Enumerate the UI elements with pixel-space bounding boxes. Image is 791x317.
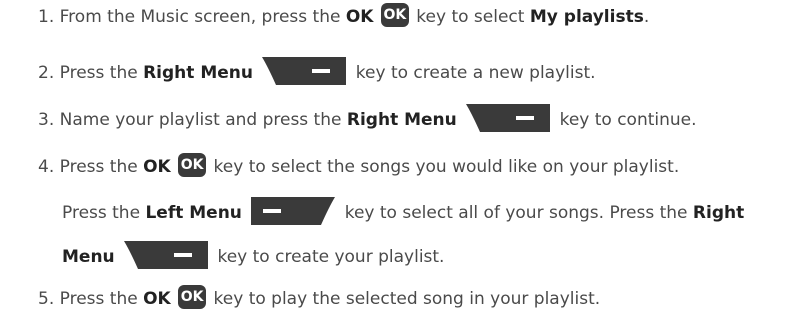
step-2: 2. Press the Right Menu key to create a … [38,57,596,85]
step-number: 4. [38,157,55,177]
key-name: OK [345,7,374,27]
step-text: . [643,7,650,27]
right-menu-key-icon [466,104,551,132]
step-4-continuation: Menu key to create your playlist. [62,241,445,269]
step-text: key to select the songs you would like o… [213,157,680,177]
step-number: 2. [38,63,55,83]
key-name: OK [143,289,171,309]
step-text: key to create your playlist. [217,247,445,267]
ok-key-icon: OK [380,3,409,27]
step-text: Name your playlist and press the [59,110,342,130]
step-text: key to continue. [559,110,697,130]
step-text: key to select all of your songs. Press t… [344,203,688,223]
step-text: Press the [59,289,138,309]
step-text: key to select [416,7,525,27]
step-number: 1. [38,7,55,27]
step-text: Press the [59,63,138,83]
key-name: Right Menu [143,63,253,83]
menu-target: My playlists [529,7,644,27]
step-3: 3. Name your playlist and press the Righ… [38,104,697,132]
step-1: 1. From the Music screen, press the OK O… [38,3,650,30]
key-name: Menu [62,247,115,267]
step-4: 4. Press the OK OK key to select the son… [38,153,680,180]
step-5: 5. Press the OK OK key to play the selec… [38,285,601,312]
step-text: Press the [62,203,141,223]
step-text: key to create a new playlist. [355,63,596,83]
step-text: Press the [59,157,138,177]
right-menu-key-icon [124,241,209,269]
step-number: 5. [38,289,55,309]
step-text: From the Music screen, press the [59,7,341,27]
ok-key-icon: OK [178,153,207,177]
right-menu-key-icon [262,57,347,85]
left-menu-key-icon [251,197,336,225]
ok-key-icon: OK [178,285,207,309]
step-number: 3. [38,110,55,130]
step-4-continuation: Press the Left Menu key to select all of… [62,197,745,225]
step-text: key to play the selected song in your pl… [213,289,601,309]
key-name: OK [143,157,171,177]
key-name: Right Menu [346,110,457,130]
key-name: Right [692,203,745,223]
key-name: Left Menu [145,203,242,223]
